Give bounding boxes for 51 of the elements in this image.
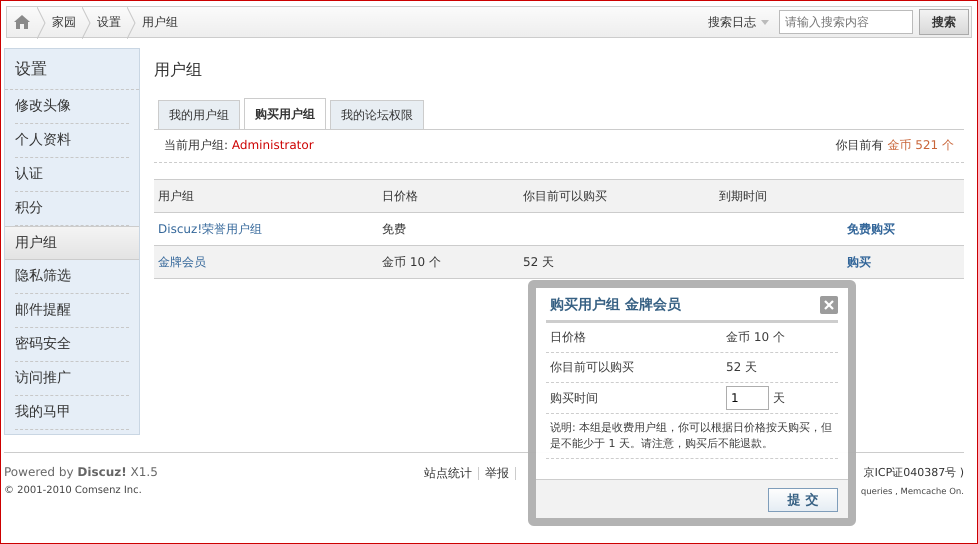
sidebar-item[interactable]: 用户组 xyxy=(5,226,139,260)
field-label: 日价格 xyxy=(550,329,587,346)
powered-by-text: Powered by Discuz! X1.5 xyxy=(4,465,159,479)
tab[interactable]: 购买用户组 xyxy=(244,98,326,129)
search-button[interactable]: 搜索 xyxy=(919,9,969,35)
note-text: 说明: 本组是收费用户组，你可以根据日价格按天购买，但是不能少于 1 天。请注意，购买后不能退款。 xyxy=(546,414,838,459)
breadcrumb-link[interactable]: 家园 xyxy=(46,14,82,30)
days-input[interactable]: 1 xyxy=(726,386,769,410)
buy-link[interactable]: 购买 xyxy=(847,254,871,268)
dialog-title: 购买用户组 金牌会员 xyxy=(550,296,681,314)
caret-icon xyxy=(761,20,769,24)
table-cell: 金币 10 个 xyxy=(382,254,441,268)
current-group-text: 当前用户组: Administrator xyxy=(164,137,314,154)
stats-text: queries , Memcache On. xyxy=(860,487,964,497)
field-value: 52 天 xyxy=(726,359,758,376)
buy-link[interactable]: 免费购买 xyxy=(847,222,895,236)
sidebar-item[interactable]: 密码安全 xyxy=(15,328,129,362)
close-icon[interactable] xyxy=(820,296,838,314)
page-title: 用户组 xyxy=(154,60,203,81)
column-header: 日价格 xyxy=(381,188,419,204)
submit-button[interactable]: 提 交 xyxy=(768,488,838,512)
sidebar-item[interactable]: 访问推广 xyxy=(15,362,129,396)
sidebar-item[interactable]: 个人资料 xyxy=(15,124,129,158)
group-link[interactable]: Discuz!荣誉用户组 xyxy=(158,222,262,236)
table-cell: 52 天 xyxy=(523,254,554,268)
search-field[interactable]: 请输入搜索内容 xyxy=(779,10,913,34)
unit-label: 天 xyxy=(773,390,785,406)
field-label: 购买时间 xyxy=(550,390,599,406)
sidebar-item[interactable]: 修改头像 xyxy=(15,90,129,124)
copyright-text: © 2001-2010 Comsenz Inc. xyxy=(4,485,143,496)
tab[interactable]: 我的论坛权限 xyxy=(330,100,424,129)
sidebar-item[interactable]: 隐私筛选 xyxy=(15,260,129,294)
footer-link[interactable]: 举报 xyxy=(485,465,509,482)
tab[interactable]: 我的用户组 xyxy=(158,100,240,129)
icp-text: 京ICP证040387号 ) xyxy=(862,465,964,480)
breadcrumb-link[interactable]: 用户组 xyxy=(136,14,184,30)
sidebar-item[interactable]: 认证 xyxy=(15,158,129,192)
search-type-dropdown[interactable]: 搜索日志 xyxy=(708,14,769,30)
footer-link[interactable]: 站点统计 xyxy=(424,465,472,482)
field-value: 金币 10 个 xyxy=(726,329,785,346)
column-header: 用户组 xyxy=(157,188,195,204)
column-header: 你目前可以购买 xyxy=(522,188,608,204)
column-header: 到期时间 xyxy=(718,188,768,204)
group-link[interactable]: 金牌会员 xyxy=(158,254,206,268)
sidebar-item[interactable]: 我的马甲 xyxy=(15,396,129,430)
field-label: 你目前可以购买 xyxy=(550,359,635,376)
sidebar-item[interactable]: 邮件提醒 xyxy=(15,294,129,328)
sidebar-title: 设置 xyxy=(5,49,139,90)
balance-text: 你目前有 金币 521 个 xyxy=(836,137,954,154)
table-cell: 免费 xyxy=(382,222,406,236)
breadcrumb-link[interactable]: 设置 xyxy=(91,14,127,30)
